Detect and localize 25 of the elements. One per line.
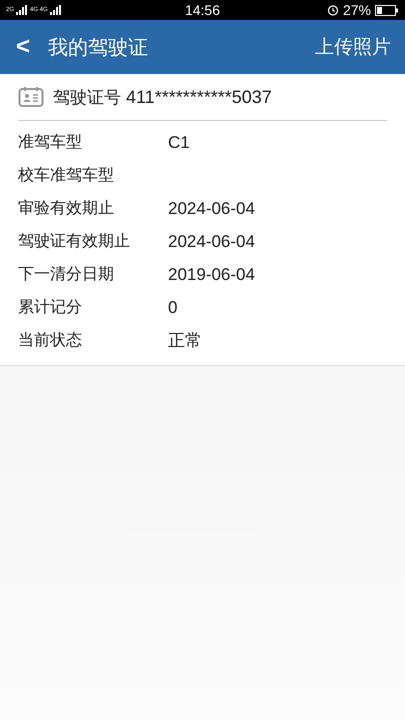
alarm-icon xyxy=(326,4,339,16)
field-value: 正常 xyxy=(168,330,202,352)
field-value: 2024-06-04 xyxy=(168,198,255,218)
field-value: 2019-06-04 xyxy=(168,264,255,284)
signal-icon xyxy=(50,5,62,15)
field-label: 累计记分 xyxy=(18,297,83,318)
page-title: 我的驾驶证 xyxy=(48,34,150,60)
field-value: C1 xyxy=(168,132,190,152)
field-value: 2024-06-04 xyxy=(168,232,255,252)
license-number-label: 驾驶证号 xyxy=(53,86,121,108)
signal-icon xyxy=(16,5,28,15)
id-card-icon xyxy=(18,86,44,108)
back-button[interactable]: < xyxy=(12,33,34,61)
field-label: 准驾车型 xyxy=(18,132,83,153)
battery-percent: 27% xyxy=(342,2,371,18)
field-label: 校车准驾车型 xyxy=(18,165,115,186)
field-label: 下一清分日期 xyxy=(18,264,115,285)
field-label: 驾驶证有效期止 xyxy=(18,231,131,252)
clock: 14:56 xyxy=(184,2,220,18)
field-label: 审验有效期止 xyxy=(18,198,115,219)
field-value: 0 xyxy=(168,298,178,318)
license-number: 411***********5037 xyxy=(126,86,272,108)
upload-photo-button[interactable]: 上传照片 xyxy=(311,34,395,60)
battery-icon xyxy=(374,4,399,16)
field-label: 当前状态 xyxy=(18,330,83,351)
